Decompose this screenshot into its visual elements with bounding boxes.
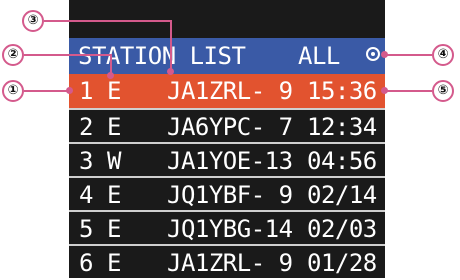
callout-2-leader-v	[110, 54, 112, 76]
station-row[interactable]: 6 E JA1ZRL- 9 01/28	[69, 244, 385, 278]
callout-3-dot	[167, 68, 174, 75]
callout-3-leader	[44, 20, 170, 22]
callout-5: ⑤	[432, 80, 454, 102]
station-row[interactable]: 5 E JQ1YBG-14 02/03	[69, 210, 385, 244]
page-title: STATION LIST	[78, 42, 246, 70]
callout-5-leader	[384, 90, 432, 92]
callout-3-leader-v	[170, 20, 172, 70]
station-callsign: JQ1YBG-14	[167, 215, 293, 243]
station-index: 2	[79, 113, 93, 141]
station-type: E	[107, 77, 121, 105]
station-callsign: JA1ZRL- 9	[167, 77, 293, 105]
callout-4: ④	[432, 44, 454, 66]
station-type: E	[107, 215, 121, 243]
station-index: 4	[79, 181, 93, 209]
station-callsign: JA6YPC- 7	[167, 113, 293, 141]
station-row[interactable]: 4 E JQ1YBF- 9 02/14	[69, 176, 385, 210]
station-row[interactable]: 2 E JA6YPC- 7 12:34	[69, 108, 385, 142]
station-callsign: JQ1YBF- 9	[167, 181, 293, 209]
callout-2-leader	[24, 54, 110, 56]
station-type: W	[107, 147, 121, 175]
station-callsign: JA1YOE-13	[167, 147, 293, 175]
callout-5-dot	[381, 87, 388, 94]
station-index: 5	[79, 215, 93, 243]
station-row[interactable]: 1 E JA1ZRL- 9 15:36	[69, 74, 385, 108]
station-time: 02/03	[307, 215, 377, 243]
callout-4-leader	[384, 54, 432, 56]
station-time: 04:56	[307, 147, 377, 175]
callout-3: ③	[22, 10, 44, 32]
callout-1: ①	[2, 80, 24, 102]
callout-1-dot	[66, 87, 73, 94]
station-index: 3	[79, 147, 93, 175]
station-row[interactable]: 3 W JA1YOE-13 04:56	[69, 142, 385, 176]
station-time: 02/14	[307, 181, 377, 209]
station-type: E	[107, 113, 121, 141]
station-time: 12:34	[307, 113, 377, 141]
callout-1-leader	[24, 90, 70, 92]
dial-icon	[366, 47, 380, 61]
callout-2: ②	[2, 44, 24, 66]
station-time: 15:36	[307, 77, 377, 105]
station-type: E	[107, 181, 121, 209]
filter-label[interactable]: ALL	[298, 38, 340, 74]
station-index: 1	[79, 77, 93, 105]
callout-4-dot	[381, 51, 388, 58]
